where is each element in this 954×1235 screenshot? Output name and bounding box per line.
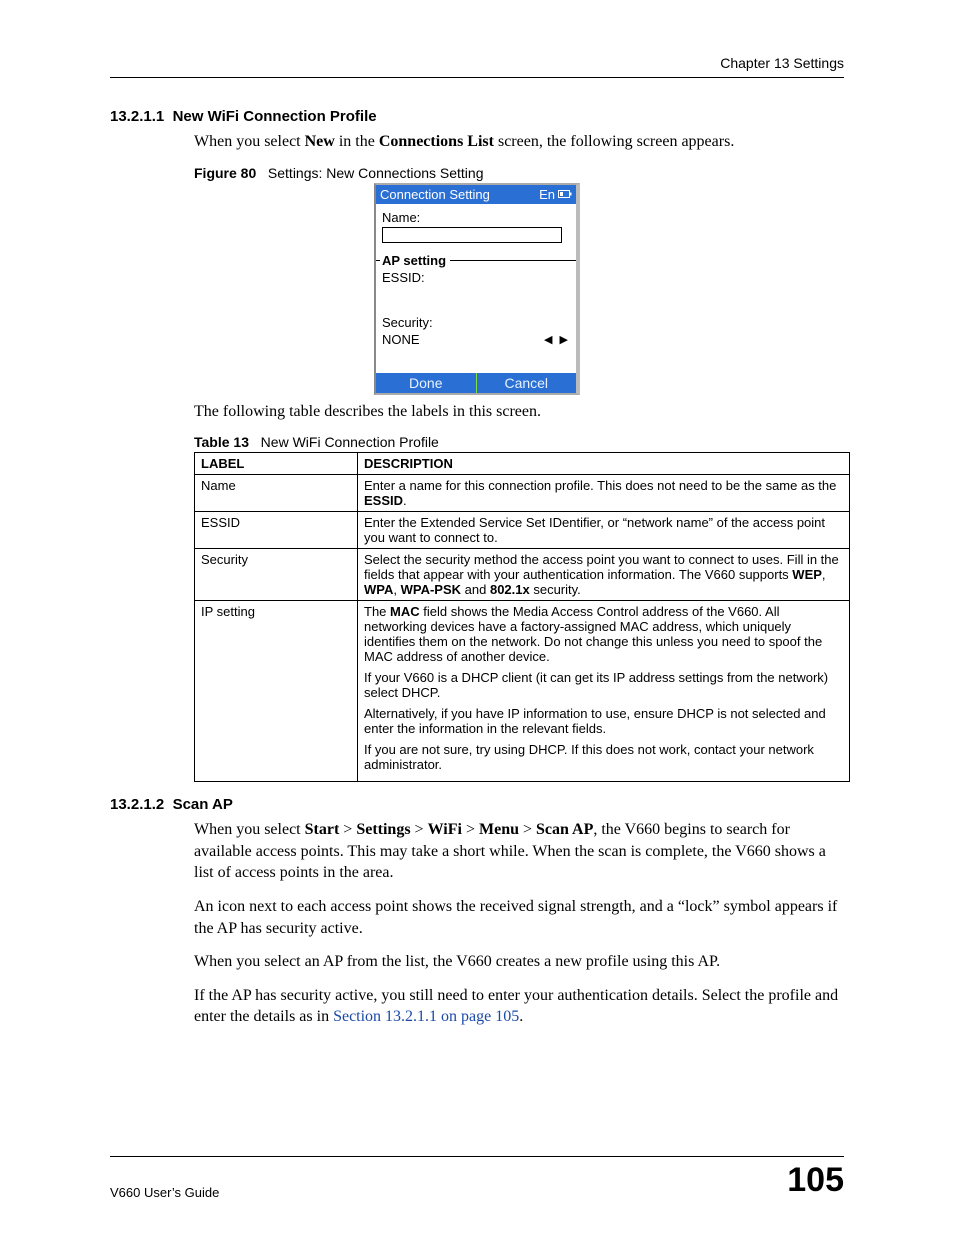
section-heading-2: 13.2.1.2 Scan AP — [110, 796, 844, 813]
table-row: Security Select the security method the … — [195, 549, 850, 601]
section-title: Scan AP — [173, 796, 233, 813]
cell-desc: The MAC field shows the Media Access Con… — [358, 601, 850, 782]
table-label: Table 13 — [194, 434, 249, 450]
section-number: 13.2.1.2 — [110, 796, 164, 813]
text: When you select — [194, 821, 305, 838]
section-number: 13.2.1.1 — [110, 108, 164, 125]
security-row: NONE ◀ ▶ — [382, 332, 570, 347]
text: > — [339, 821, 356, 838]
cell-label: ESSID — [195, 512, 358, 549]
bold-text: New — [305, 133, 335, 150]
section2-p1: When you select Start > Settings > WiFi … — [194, 819, 844, 884]
bold-text: Scan AP — [536, 821, 593, 838]
bold-text: WiFi — [428, 821, 462, 838]
text: . — [403, 493, 407, 508]
table-header-row: LABEL DESCRIPTION — [195, 453, 850, 475]
text: field shows the Media Access Control add… — [364, 604, 822, 664]
text: Select the security method the access po… — [364, 552, 839, 582]
cell-label: Security — [195, 549, 358, 601]
header-rule — [110, 77, 844, 78]
text: Enter a name for this connection profile… — [364, 478, 836, 493]
security-arrows[interactable]: ◀ ▶ — [544, 333, 570, 346]
essid-space — [382, 285, 570, 313]
bold-text: ESSID — [364, 493, 403, 508]
table-caption-text: New WiFi Connection Profile — [261, 434, 439, 450]
section2-p3: When you select an AP from the list, the… — [194, 951, 844, 973]
table-row: IP setting The MAC field shows the Media… — [195, 601, 850, 782]
done-button[interactable]: Done — [376, 373, 476, 393]
footer-row: V660 User’s Guide 105 — [110, 1161, 844, 1200]
cell-desc: Select the security method the access po… — [358, 549, 850, 601]
device-titlebar: Connection Setting En — [376, 185, 576, 204]
section1-intro: When you select New in the Connections L… — [194, 131, 844, 153]
security-value: NONE — [382, 332, 420, 347]
section2-p2: An icon next to each access point shows … — [194, 896, 844, 939]
text: , — [822, 567, 826, 582]
footer-rule — [110, 1156, 844, 1157]
page: Chapter 13 Settings 13.2.1.1 New WiFi Co… — [0, 0, 954, 1235]
cell-label: Name — [195, 475, 358, 512]
figure-label: Figure 80 — [194, 165, 256, 181]
figure-caption: Figure 80 Settings: New Connections Sett… — [194, 165, 844, 181]
bold-text: WPA — [364, 582, 393, 597]
device-screenshot: Connection Setting En Name: AP setting E… — [374, 183, 580, 395]
text: > — [462, 821, 479, 838]
col-label: LABEL — [195, 453, 358, 475]
text: > — [411, 821, 428, 838]
cell-label: IP setting — [195, 601, 358, 782]
bold-text: WPA-PSK — [401, 582, 461, 597]
para: If your V660 is a DHCP client (it can ge… — [364, 670, 843, 700]
device-title: Connection Setting — [380, 187, 490, 202]
essid-label: ESSID: — [382, 270, 570, 285]
table-row: Name Enter a name for this connection pr… — [195, 475, 850, 512]
section2-p4: If the AP has security active, you still… — [194, 985, 844, 1028]
col-description: DESCRIPTION — [358, 453, 850, 475]
bold-text: Connections List — [379, 133, 494, 150]
bold-text: Settings — [356, 821, 410, 838]
text: . — [519, 1008, 523, 1025]
page-number: 105 — [787, 1161, 844, 1200]
figure-caption-text: Settings: New Connections Setting — [268, 165, 484, 181]
table-row: ESSID Enter the Extended Service Set IDe… — [195, 512, 850, 549]
security-label: Security: — [382, 315, 570, 330]
table-intro: The following table describes the labels… — [194, 401, 844, 423]
page-footer: V660 User’s Guide 105 — [110, 1156, 844, 1200]
bold-text: 802.1x — [490, 582, 530, 597]
device-buttons: Done Cancel — [376, 373, 576, 393]
text: security. — [530, 582, 581, 597]
cross-reference-link[interactable]: Section 13.2.1.1 on page 105 — [333, 1008, 519, 1025]
text: The — [364, 604, 390, 619]
para: If you are not sure, try using DHCP. If … — [364, 742, 843, 772]
cancel-button[interactable]: Cancel — [477, 373, 577, 393]
cell-desc: Enter a name for this connection profile… — [358, 475, 850, 512]
bold-text: Start — [305, 821, 340, 838]
chapter-header: Chapter 13 Settings — [110, 55, 844, 71]
text: and — [461, 582, 490, 597]
name-label: Name: — [382, 210, 570, 225]
bold-text: Menu — [479, 821, 519, 838]
bold-text: WEP — [792, 567, 822, 582]
ap-setting-label: AP setting — [382, 253, 570, 268]
para: The MAC field shows the Media Access Con… — [364, 604, 843, 664]
section-title: New WiFi Connection Profile — [173, 108, 377, 125]
table-caption: Table 13 New WiFi Connection Profile — [194, 434, 844, 450]
cell-desc: Enter the Extended Service Set IDentifie… — [358, 512, 850, 549]
text: screen, the following screen appears. — [494, 133, 734, 150]
section-heading-1: 13.2.1.1 New WiFi Connection Profile — [110, 108, 844, 125]
text: in the — [335, 133, 379, 150]
profile-table: LABEL DESCRIPTION Name Enter a name for … — [194, 452, 850, 782]
footer-guide: V660 User’s Guide — [110, 1185, 219, 1200]
text: > — [519, 821, 536, 838]
para: Alternatively, if you have IP informatio… — [364, 706, 843, 736]
text: When you select — [194, 133, 305, 150]
battery-icon — [558, 188, 572, 200]
lang-indicator: En — [539, 187, 555, 202]
device-status: En — [539, 187, 572, 202]
name-input[interactable] — [382, 227, 562, 243]
text: , — [393, 582, 400, 597]
device-body: Name: AP setting ESSID: Security: NONE ◀… — [376, 204, 576, 373]
bold-text: MAC — [390, 604, 420, 619]
